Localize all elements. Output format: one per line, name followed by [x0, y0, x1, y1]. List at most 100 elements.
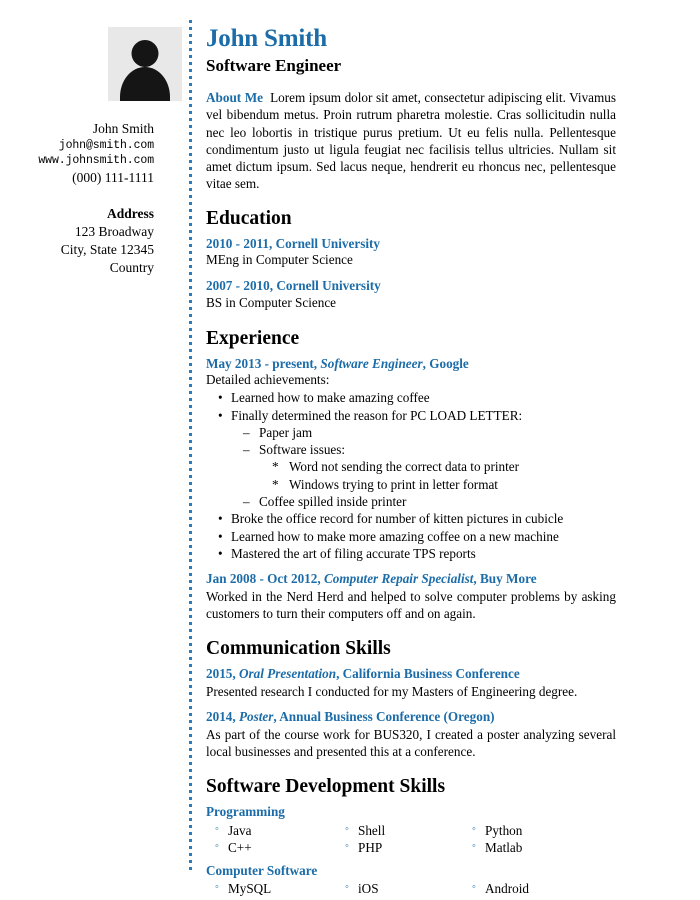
list-item: • Broke the office record for number of k…: [206, 510, 616, 527]
bullet-circle-icon: ◦: [345, 822, 349, 835]
list-item-label: Finally determined the reason for PC LOA…: [231, 407, 523, 423]
skill-label: iOS: [358, 880, 379, 896]
communication-kind: Poster: [238, 708, 274, 724]
bullet-dot-icon: •: [218, 407, 223, 423]
communication-description: As part of the course work for BUS320, I…: [206, 726, 616, 759]
page-title: John Smith: [206, 25, 327, 52]
bullet-circle-icon: ◦: [215, 880, 219, 893]
skill-item: ◦ C++: [206, 839, 336, 857]
bullet-asterisk-icon: *: [272, 476, 279, 492]
address-block: Address 123 Broadway City, State 12345 C…: [0, 205, 182, 277]
skill-item: ◦ Python: [463, 822, 616, 840]
skill-group-title: Programming: [206, 804, 285, 820]
list-item-label: Paper jam: [259, 424, 313, 440]
education-entry-sub: BS in Computer Science: [206, 295, 337, 311]
list-item-label: Windows trying to print in letter format: [289, 476, 498, 492]
dotted-divider: [189, 20, 192, 872]
address-line-2: City, State 12345: [60, 242, 154, 258]
bullet-dash-icon: –: [243, 493, 250, 509]
skill-label: MySQL: [228, 880, 272, 896]
section-title-education: Education: [206, 208, 292, 230]
skill-label: Matlab: [485, 840, 523, 856]
contact-phone: (000) 111-1111: [72, 169, 154, 185]
job-title: Software Engineer: [206, 55, 342, 75]
list-item: – Software issues: * Word not sending the …: [231, 441, 616, 493]
experience-entry: May 2013 - present, Software Engineer, G…: [206, 356, 616, 563]
bullet-dash-icon: –: [243, 442, 250, 458]
communication-venue: , Annual Business Conference (Oregon): [273, 708, 495, 724]
list-item-label: Software issues:: [259, 442, 346, 458]
skill-label: Android: [485, 880, 529, 896]
bullet-circle-icon: ◦: [215, 840, 219, 853]
skill-label: C++: [228, 840, 252, 856]
experience-company: , Buy More: [473, 571, 537, 587]
education-entry: 2007 - 2010, Cornell University BS in Co…: [206, 278, 616, 312]
section-title-dev-skills: Software Development Skills: [206, 775, 446, 797]
contact-block: John Smith john@smith.com www.johnsmith.…: [0, 120, 182, 186]
list-item-label: Mastered the art of filing accurate TPS …: [231, 545, 476, 561]
list-item: – Coffee spilled inside printer: [231, 493, 616, 510]
skill-grid: ◦ Java ◦ Shell ◦ Python ◦ C++ ◦ PHP ◦ Matlab: [206, 822, 616, 857]
person-silhouette-icon: [131, 40, 159, 67]
experience-date: Jan 2008 - Oct 2012,: [206, 571, 324, 587]
experience-date: May 2013 - present,: [206, 355, 321, 371]
bullet-dot-icon: •: [218, 545, 223, 561]
bullet-circle-icon: ◦: [215, 822, 219, 835]
communication-year: 2014,: [206, 708, 239, 724]
list-item: • Mastered the art of filing accurate TPS…: [206, 545, 616, 562]
experience-role: Computer Repair Specialist: [323, 571, 474, 587]
list-item: * Windows trying to print in letter forma…: [259, 476, 616, 493]
skill-label: Python: [485, 822, 523, 838]
bullet-dash-icon: –: [243, 424, 250, 440]
contact-website[interactable]: www.johnsmith.com: [0, 153, 154, 168]
bullet-circle-icon: ◦: [345, 840, 349, 853]
achievement-subsublist: * Word not sending the correct data to pr…: [259, 458, 616, 493]
skill-group-title: Computer Software: [206, 862, 318, 878]
education-entry-head: 2007 - 2010, Cornell University: [206, 278, 381, 294]
bullet-dot-icon: •: [218, 528, 223, 544]
about-label: About Me: [206, 90, 264, 106]
experience-role: Software Engineer: [320, 355, 423, 371]
education-entry-sub: MEng in Computer Science: [206, 252, 353, 268]
skill-label: Shell: [358, 822, 386, 838]
list-item-label: Learned how to make amazing coffee: [231, 390, 430, 406]
list-item: • Finally determined the reason for PC LO…: [206, 407, 616, 511]
experience-company: , Google: [422, 355, 469, 371]
bullet-circle-icon: ◦: [472, 822, 476, 835]
sidebar: John Smith john@smith.com www.johnsmith.…: [0, 0, 182, 277]
list-item-label: Broke the office record for number of ki…: [231, 511, 564, 527]
contact-email[interactable]: john@smith.com: [0, 138, 154, 153]
experience-entry-head: Jan 2008 - Oct 2012, Computer Repair Spe…: [206, 571, 616, 588]
list-item: • Learned how to make amazing coffee: [206, 389, 616, 406]
list-item: * Word not sending the correct data to pr…: [259, 458, 616, 475]
experience-entry-head: May 2013 - present, Software Engineer, G…: [206, 356, 616, 373]
bullet-dot-icon: •: [218, 390, 223, 406]
experience-entry: Jan 2008 - Oct 2012, Computer Repair Spe…: [206, 571, 616, 622]
address-line-1: 123 Broadway: [74, 224, 154, 240]
experience-description: Worked in the Nerd Herd and helped to so…: [206, 589, 616, 622]
achievement-list: • Learned how to make amazing coffee • Fin…: [206, 389, 616, 562]
person-silhouette-body-icon: [120, 67, 170, 101]
skill-label: Java: [228, 822, 252, 838]
skill-item: ◦ Android: [463, 880, 616, 898]
skill-group-computer-software: Computer Software ◦ MySQL ◦ iOS ◦ Android: [206, 862, 616, 898]
skill-item: ◦ Matlab: [463, 839, 616, 857]
address-line-3: Country: [109, 260, 154, 276]
communication-entry-head: 2015, Oral Presentation, California Busi…: [206, 666, 616, 683]
bullet-circle-icon: ◦: [472, 880, 476, 893]
communication-venue: , California Business Conference: [336, 665, 520, 681]
skill-label: PHP: [358, 840, 383, 856]
address-title: Address: [106, 206, 154, 222]
skill-grid: ◦ MySQL ◦ iOS ◦ Android: [206, 880, 616, 898]
list-item: • Learned how to make more amazing coffee…: [206, 528, 616, 545]
achievement-sublist: – Paper jam – Software issues: * Word not s…: [231, 424, 616, 510]
communication-entry: 2015, Oral Presentation, California Busi…: [206, 666, 616, 700]
bullet-circle-icon: ◦: [472, 840, 476, 853]
communication-description: Presented research I conducted for my Ma…: [206, 683, 578, 699]
skill-item: ◦ iOS: [336, 880, 463, 898]
skill-item: ◦ PHP: [336, 839, 463, 857]
section-title-experience: Experience: [206, 328, 300, 350]
communication-entry: 2014, Poster, Annual Business Conference…: [206, 709, 616, 760]
communication-year: 2015,: [206, 665, 239, 681]
resume-page: John Smith john@smith.com www.johnsmith.…: [0, 0, 700, 900]
